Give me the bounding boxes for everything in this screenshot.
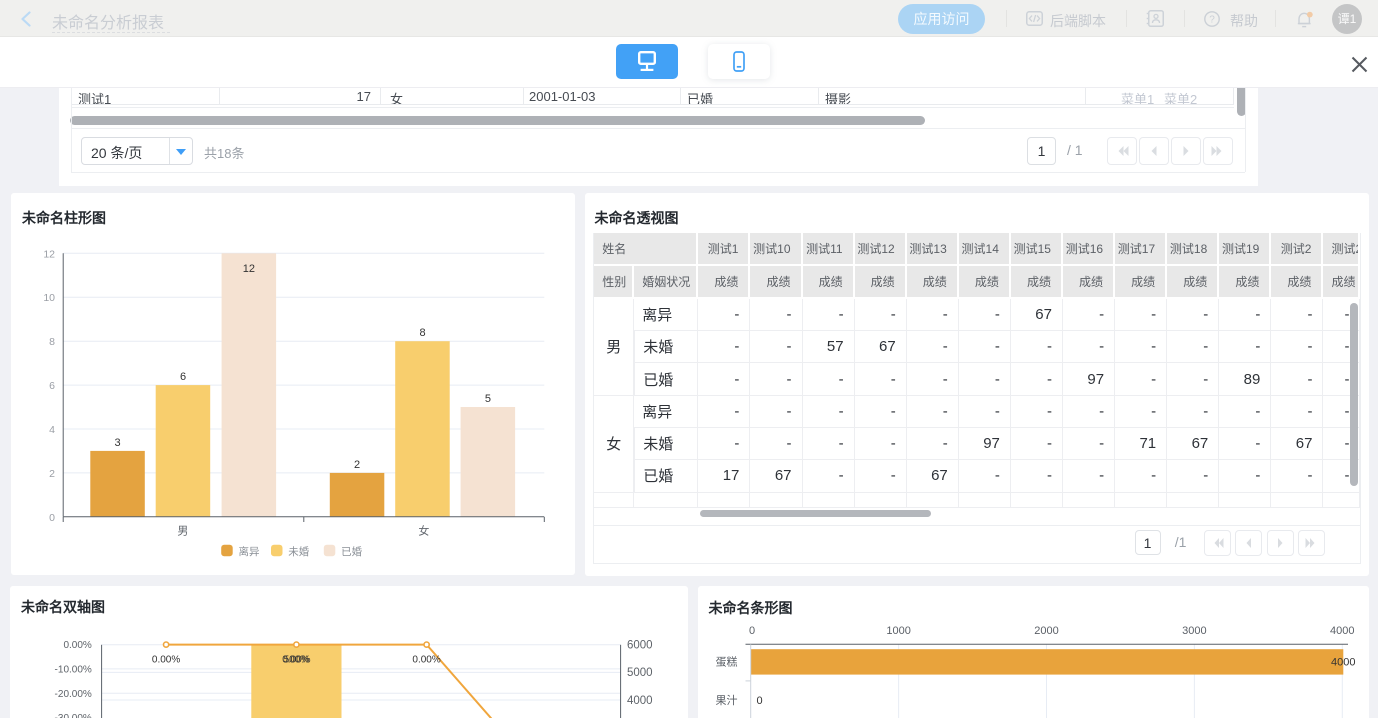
- svg-text:4000: 4000: [627, 695, 653, 707]
- svg-text:2: 2: [354, 459, 360, 471]
- svg-text:离异: 离异: [239, 545, 260, 558]
- svg-text:1000: 1000: [886, 625, 910, 637]
- svg-text:12: 12: [243, 263, 255, 275]
- svg-text:0.00%: 0.00%: [152, 654, 180, 665]
- svg-text:已婚: 已婚: [341, 545, 362, 558]
- svg-text:12: 12: [43, 248, 55, 260]
- svg-text:0.00%: 0.00%: [63, 640, 91, 651]
- svg-text:蛋糕: 蛋糕: [716, 655, 738, 669]
- svg-text:8: 8: [49, 336, 55, 348]
- svg-text:2000: 2000: [1034, 625, 1058, 637]
- svg-text:3: 3: [115, 437, 121, 449]
- svg-text:5: 5: [485, 393, 491, 405]
- svg-text:-30.00%: -30.00%: [55, 713, 92, 718]
- svg-text:4000: 4000: [1330, 625, 1354, 637]
- svg-text:10: 10: [43, 292, 55, 304]
- svg-text:0: 0: [749, 625, 755, 637]
- svg-text:4: 4: [49, 424, 55, 436]
- svg-text:2: 2: [49, 468, 55, 480]
- svg-text:6: 6: [49, 380, 55, 392]
- svg-text:-20.00%: -20.00%: [55, 689, 92, 700]
- svg-text:3000: 3000: [1182, 625, 1206, 637]
- svg-text:0.00%: 0.00%: [412, 654, 440, 665]
- svg-text:5000: 5000: [627, 667, 653, 679]
- svg-text:8: 8: [419, 327, 425, 339]
- svg-text:0: 0: [757, 695, 763, 707]
- svg-text:6000: 6000: [627, 639, 653, 651]
- svg-text:0: 0: [49, 512, 55, 524]
- svg-text:果汁: 果汁: [716, 694, 738, 707]
- svg-text:?: ?: [1209, 14, 1215, 25]
- svg-text:4000: 4000: [1331, 657, 1355, 669]
- svg-text:-10.00%: -10.00%: [55, 664, 92, 675]
- svg-text:6: 6: [180, 371, 186, 383]
- svg-text:男: 男: [177, 526, 188, 538]
- svg-text:未婚: 未婚: [288, 545, 309, 558]
- svg-text:500%: 500%: [284, 654, 310, 665]
- svg-text:女: 女: [418, 524, 429, 538]
